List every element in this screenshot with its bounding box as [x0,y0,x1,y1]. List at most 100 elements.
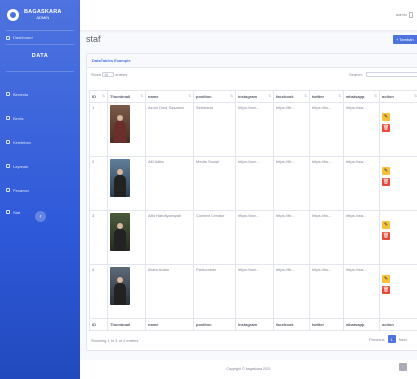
trash-icon: 🗑 [382,125,390,131]
cell-action: ✎ 🗑 [379,102,417,157]
delete-button[interactable]: 🗑 [382,124,390,132]
col-header[interactable]: action ⇅ [379,90,417,103]
cell-instagram: https://ww... [235,210,274,265]
sort-icon: ⇅ [338,94,341,98]
cell-instagram: https://ww... [235,264,274,319]
col-header[interactable]: whatsapp ⇅ [343,90,380,103]
entries-select[interactable]: 10 [102,72,115,78]
thumbnail-image[interactable] [110,267,130,305]
cell-thumbnail [107,102,146,157]
user-menu[interactable]: admin [396,12,413,18]
sidebar-item-berita[interactable]: Berita [0,106,80,130]
edit-button[interactable]: ✎ [382,113,390,121]
col-header[interactable]: ID ⇅ [89,90,108,103]
pagination-previous[interactable]: Previous [369,337,385,342]
col-header[interactable]: facebook ⇅ [273,90,310,103]
avatar [409,12,413,18]
user-name: admin [395,12,407,18]
cell-facebook: https://fb... [273,210,310,265]
scroll-to-top-button[interactable] [399,363,407,371]
entries-label: entries [115,72,128,77]
edit-button[interactable]: ✎ [382,221,390,229]
sidebar-item-dashboard[interactable]: Dashboard [0,31,80,44]
cell-position: Content Creator [193,210,236,265]
cell-whatsapp: https://wa... [343,210,380,265]
trash-icon: 🗑 [382,233,390,239]
table-header-row: ID ⇅ Thumbnail ⇅ name ⇅ position ⇅ instagram… [89,90,417,103]
sidebar-divider [6,44,74,45]
sidebar-item-pesanan[interactable]: Pesanan [0,178,80,202]
delete-button[interactable]: 🗑 [382,178,390,186]
sidebar-item-layanan[interactable]: Layanan [0,154,80,178]
sidebar: BAGASKARA ADMIN Dashboard DATA Beranda B… [0,0,80,379]
cell-facebook: https://fb... [273,156,310,211]
table-row: 4 Ilham Adam Pantominer https://ww... ht… [89,264,417,319]
sort-icon: ⇅ [102,94,105,98]
cell-position: Selebaria [193,102,236,157]
add-staff-button[interactable]: + Tambah [393,35,417,44]
cell-facebook: https://fb... [273,264,310,319]
sidebar-item-kelebihan[interactable]: Kelebihan [0,130,80,154]
pencil-icon: ✎ [383,276,389,282]
pencil-icon: ✎ [383,222,389,228]
thumbnail-image[interactable] [110,213,130,251]
trash-icon: 🗑 [382,287,390,293]
sidebar-item-label: Beranda [13,91,29,97]
cell-id: 1 [89,102,108,157]
table-row: 2 Alif Adita Media Sosial https://ww... … [89,156,417,211]
sidebar-item-beranda[interactable]: Beranda [0,82,80,106]
pagination-next[interactable]: Next [399,337,407,342]
cell-whatsapp: https://wa... [343,156,380,211]
sort-icon: ⇅ [374,94,377,98]
brand[interactable]: BAGASKARA ADMIN [0,0,80,30]
cell-name: Alfa Handiyansyah [145,210,194,265]
col-footer: name [145,318,194,331]
cell-instagram: https://ww... [235,102,274,157]
search-input[interactable] [365,72,417,78]
col-header[interactable]: name ⇅ [145,90,194,103]
cell-id: 2 [89,156,108,211]
search-label: Search: [349,72,363,77]
pencil-icon: ✎ [383,114,389,120]
col-footer: instagram [235,318,274,331]
edit-button[interactable]: ✎ [382,275,390,283]
star-icon [6,140,10,144]
cell-id: 3 [89,210,108,265]
cell-facebook: https://fb... [273,102,310,157]
sort-icon: ⇅ [230,94,233,98]
page-title: staf [86,34,101,44]
thumbnail-image[interactable] [110,159,130,197]
card-header: DataTables Example [87,54,417,68]
cell-action: ✎ 🗑 [379,156,417,211]
delete-button[interactable]: 🗑 [382,286,390,294]
sort-icon: ⇅ [304,94,307,98]
trash-icon: 🗑 [382,179,390,185]
cell-twitter: https://tw... [309,210,344,265]
cell-name: Ilham Adam [145,264,194,319]
sidebar-item-label: Layanan [13,163,29,169]
col-header[interactable]: instagram ⇅ [235,90,274,103]
cell-position: Pantominer [193,264,236,319]
edit-button[interactable]: ✎ [382,167,390,175]
thumbnail-image[interactable] [110,105,130,143]
col-header[interactable]: twitter ⇅ [309,90,344,103]
pagination-page-1[interactable]: 1 [387,335,396,343]
sidebar-toggle-button[interactable]: ‹ [35,211,46,222]
col-footer: twitter [309,318,344,331]
table-footer-row: ID Thumbnail name position instagram fac… [89,318,417,331]
cell-name: Alif Adita [145,156,194,211]
sort-icon: ⇅ [268,94,271,98]
col-header[interactable]: position ⇅ [193,90,236,103]
col-footer: action [379,318,417,331]
col-header[interactable]: Thumbnail ⇅ [107,90,146,103]
delete-button[interactable]: 🗑 [382,232,390,240]
show-entries: Show 10 entries [91,72,128,78]
footer: Copyright © bagaskara 2021 [80,360,417,379]
col-footer: ID [89,318,108,331]
cell-instagram: https://ww... [235,156,274,211]
search: Search: [349,72,417,78]
topbar: admin [80,0,417,30]
brand-logo-icon [7,9,19,21]
cell-thumbnail [107,156,146,211]
cell-whatsapp: https://wa... [343,102,380,157]
